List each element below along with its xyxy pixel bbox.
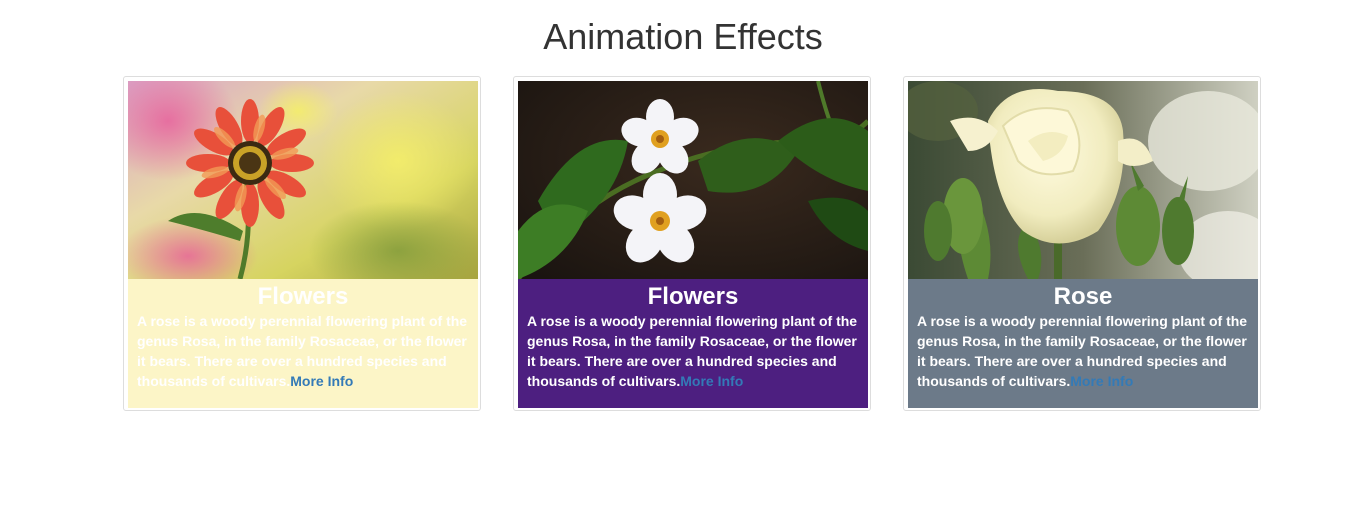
more-info-link[interactable]: More Info bbox=[290, 373, 353, 389]
white-rose-photo bbox=[908, 81, 1258, 279]
card-flowers-1[interactable]: Flowers A rose is a woody perennial flow… bbox=[123, 76, 481, 411]
card-description: A rose is a woody perennial flowering pl… bbox=[527, 311, 859, 391]
card-content: Flowers A rose is a woody perennial flow… bbox=[518, 81, 868, 408]
page-title: Animation Effects bbox=[543, 16, 823, 57]
card-flowers-2[interactable]: Flowers A rose is a woody perennial flow… bbox=[513, 76, 871, 411]
card-description: A rose is a woody perennial flowering pl… bbox=[917, 311, 1249, 391]
white-flowers-photo bbox=[518, 81, 868, 279]
orange-daisy-photo bbox=[128, 81, 478, 279]
more-info-link[interactable]: More Info bbox=[1070, 373, 1133, 389]
card-caption: Flowers A rose is a woody perennial flow… bbox=[518, 279, 868, 408]
card-title: Rose bbox=[1053, 283, 1113, 310]
card-description: A rose is a woody perennial flowering pl… bbox=[137, 311, 469, 391]
card-caption: Flowers A rose is a woody perennial flow… bbox=[128, 279, 478, 408]
card-caption: Rose A rose is a woody perennial floweri… bbox=[908, 279, 1258, 408]
card-content: Rose A rose is a woody perennial floweri… bbox=[908, 81, 1258, 408]
card-title: Flowers bbox=[647, 283, 739, 310]
more-info-link[interactable]: More Info bbox=[680, 373, 743, 389]
card-rose[interactable]: Rose A rose is a woody perennial floweri… bbox=[903, 76, 1261, 411]
card-content: Flowers A rose is a woody perennial flow… bbox=[128, 81, 478, 408]
card-title: Flowers bbox=[257, 283, 349, 310]
